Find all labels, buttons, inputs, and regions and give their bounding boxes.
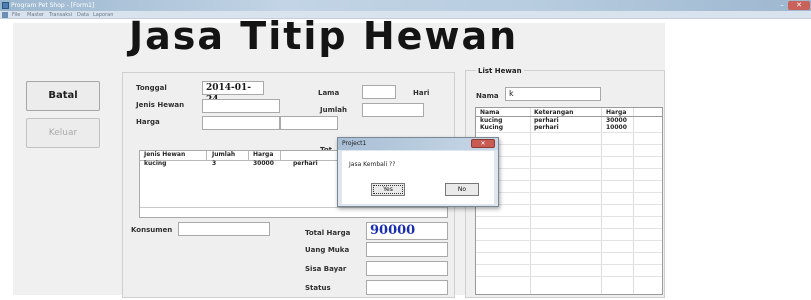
grid-footer-line <box>140 207 447 208</box>
dialog-message: Jasa Kembali ?? <box>349 161 396 168</box>
list-col-divider <box>530 108 531 294</box>
list-row-line <box>476 204 662 205</box>
close-button[interactable]: ✕ <box>788 1 810 10</box>
list-row-line <box>476 144 662 145</box>
harga-extra-field[interactable] <box>280 116 338 130</box>
list-row-line <box>476 240 662 241</box>
confirm-dialog: Project1 ✕ Jasa Kembali ?? Yes No <box>337 137 499 207</box>
list-row-line <box>476 192 662 193</box>
dialog-no-button[interactable]: No <box>445 183 479 196</box>
list-col-divider <box>601 108 602 294</box>
title-bar[interactable]: Program Pet Shop - [Form1] – ✕ <box>0 0 811 11</box>
jumlah-field[interactable] <box>362 103 424 117</box>
grid-cell-jumlah: 3 <box>212 160 217 167</box>
grid-header-jenis: Jenis Hewan <box>144 151 186 158</box>
hari-label: Hari <box>413 89 430 97</box>
status-field[interactable] <box>366 280 448 295</box>
menu-master[interactable]: Master <box>27 11 44 19</box>
list-header-keterangan: Keterangan <box>534 109 574 116</box>
nama-search-field[interactable]: k <box>505 87 601 101</box>
grid-cell-jenis: kucing <box>144 160 167 167</box>
list-row-line <box>476 252 662 253</box>
total-harga-label: Total Harga <box>305 229 351 237</box>
jumlah-label: Jumlah <box>320 106 347 114</box>
app-icon <box>2 2 9 9</box>
grid-col-divider <box>206 151 207 160</box>
list-row-line <box>476 168 662 169</box>
list-col-divider <box>633 108 634 294</box>
list-row-line <box>476 216 662 217</box>
list-cell-nama: kucing <box>480 117 503 124</box>
list-header-nama: Nama <box>480 109 500 116</box>
grid-header-harga: Harga <box>253 151 274 158</box>
list-cell-keterangan: perhari <box>534 117 559 124</box>
nama-label: Nama <box>476 92 499 100</box>
app-window: Program Pet Shop - [Form1] – ✕ File Mast… <box>0 0 811 300</box>
list-row-line <box>476 264 662 265</box>
tanggal-label: Tonggal <box>136 84 167 92</box>
lama-field[interactable] <box>362 85 396 99</box>
list-cell-nama: Kucing <box>480 124 503 131</box>
status-label: Status <box>305 284 331 292</box>
menu-app-icon <box>2 12 8 18</box>
menu-laporan[interactable]: Laporan <box>93 11 113 19</box>
keluar-button[interactable]: Keluar <box>26 118 100 148</box>
harga-field[interactable] <box>202 116 280 130</box>
grid-cell-harga: 30000 <box>253 160 274 167</box>
menu-data[interactable]: Data <box>77 11 89 19</box>
list-header-line <box>476 116 662 117</box>
page-title: Jasa Titip Hewan <box>129 14 519 58</box>
grid-col-divider <box>248 151 249 160</box>
konsumen-label: Konsumen <box>131 226 173 234</box>
menu-transaksi[interactable]: Transaksi <box>49 11 72 19</box>
konsumen-field[interactable] <box>178 222 270 236</box>
list-row-line <box>476 156 662 157</box>
dialog-close-button[interactable]: ✕ <box>471 139 495 148</box>
grid-header-jumlah: Jumlah <box>212 151 236 158</box>
sisa-bayar-field[interactable] <box>366 261 448 276</box>
list-row-line <box>476 132 662 133</box>
total-harga-field[interactable]: 90000 <box>366 222 448 240</box>
uang-muka-label: Uang Muka <box>305 246 350 254</box>
menu-file[interactable]: File <box>12 11 20 19</box>
list-hewan-grid[interactable]: Nama Keterangan Harga kucing perhari 300… <box>475 107 663 295</box>
jenis-hewan-label: Jenis Hewan <box>136 101 185 109</box>
batal-button[interactable]: Batal <box>26 81 100 111</box>
tanggal-field[interactable]: 2014-01-24 <box>202 81 264 105</box>
lama-label: Lama <box>318 89 340 97</box>
grid-col-divider <box>280 151 281 160</box>
list-cell-harga: 30000 <box>606 117 627 124</box>
dialog-title: Project1 <box>342 140 367 147</box>
minimize-button[interactable]: – <box>777 1 787 10</box>
list-header-harga: Harga <box>606 109 627 116</box>
uang-muka-field[interactable] <box>366 242 448 257</box>
list-hewan-caption: List Hewan <box>476 67 524 76</box>
jenis-hewan-field[interactable] <box>202 99 280 113</box>
list-cell-harga: 10000 <box>606 124 627 131</box>
dialog-yes-button[interactable]: Yes <box>371 183 405 196</box>
sisa-bayar-label: Sisa Bayar <box>305 265 347 273</box>
harga-label: Harga <box>136 118 160 126</box>
list-cell-keterangan: perhari <box>534 124 559 131</box>
list-row-line <box>476 276 662 277</box>
list-row-line <box>476 180 662 181</box>
grid-cell-keterangan: perhari <box>293 160 318 167</box>
dialog-body: Jasa Kembali ?? Yes No <box>342 151 494 204</box>
window-title: Program Pet Shop - [Form1] <box>11 2 95 9</box>
list-row-line <box>476 228 662 229</box>
dialog-title-bar[interactable]: Project1 ✕ <box>338 138 498 150</box>
